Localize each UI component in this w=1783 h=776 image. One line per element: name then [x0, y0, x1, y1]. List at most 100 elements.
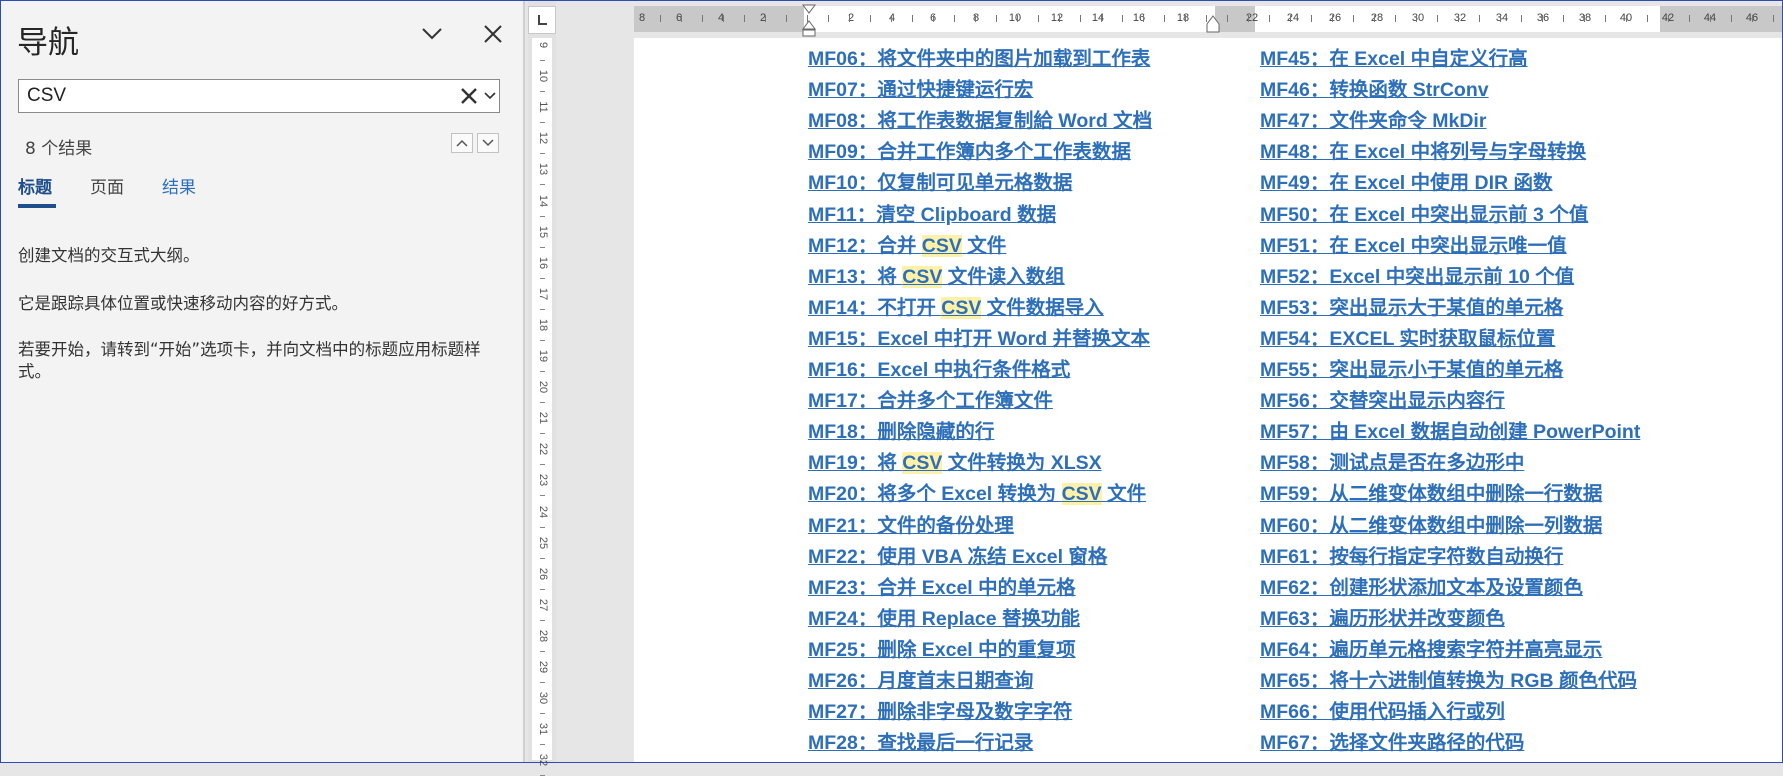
- ruler-tick: [954, 15, 955, 22]
- ruler-tick: [540, 371, 545, 372]
- ruler-tick: [681, 15, 682, 22]
- search-highlight: CSV: [921, 234, 962, 257]
- toc-link[interactable]: MF57：由 Excel 数据自动创建 PowerPoint: [1260, 415, 1640, 444]
- toc-link[interactable]: MF66：使用代码插入行或列: [1260, 695, 1505, 724]
- ruler-tick: [1290, 15, 1291, 22]
- dropdown-arrow-icon[interactable]: [484, 91, 496, 101]
- toc-link[interactable]: MF09：合并工作簿内多个工作表数据: [808, 135, 1131, 164]
- toc-link[interactable]: MF63：遍历形状并改变颜色: [1260, 602, 1505, 631]
- toc-link[interactable]: MF59：从二维变体数组中删除一行数据: [1260, 477, 1602, 506]
- toc-link[interactable]: MF06：将文件夹中的图片加载到工作表: [808, 42, 1150, 71]
- ruler-tick: [1479, 15, 1480, 22]
- ruler-label: 30: [537, 691, 549, 705]
- toc-link[interactable]: MF08：将工作表数据复制給 Word 文档: [808, 104, 1152, 133]
- toc-link[interactable]: MF16：Excel 中执行条件格式: [808, 353, 1070, 382]
- ruler-tick: [1626, 15, 1627, 22]
- toc-link[interactable]: MF53：突出显示大于某值的单元格: [1260, 291, 1563, 320]
- ruler-tick: [1164, 15, 1165, 22]
- ruler-label: 25: [537, 536, 549, 549]
- toc-link[interactable]: MF50：在 Excel 中突出显示前 3 个值: [1260, 198, 1588, 227]
- toc-link[interactable]: MF56：交替突出显示内容行: [1260, 384, 1505, 413]
- toc-link[interactable]: MF61：按每行指定字符数自动换行: [1260, 540, 1563, 569]
- clear-search-icon[interactable]: [460, 87, 478, 105]
- ruler-label: 18: [537, 318, 549, 332]
- tab-headings[interactable]: 标题: [18, 173, 52, 198]
- ruler-tick: [1437, 15, 1438, 22]
- toc-link[interactable]: MF58：测试点是否在多边形中: [1260, 446, 1524, 475]
- tab-results[interactable]: 结果: [162, 173, 196, 198]
- toc-link[interactable]: MF49：在 Excel 中使用 DIR 函数: [1260, 166, 1553, 195]
- ruler-right-margin: [1660, 6, 1783, 32]
- navigation-pane: 导航 8 个结果 标题 页面 结果 创建文档的交互式大纲。 它是跟踪具体位置或快…: [1, 1, 523, 762]
- toc-link[interactable]: MF19：将 CSV 文件转换为 XLSX: [808, 446, 1102, 475]
- toc-link[interactable]: MF46：转换函数 StrConv: [1260, 73, 1489, 102]
- toc-link[interactable]: MF12：合并 CSV 文件: [808, 229, 1006, 258]
- previous-result-button[interactable]: [451, 133, 473, 153]
- toc-link[interactable]: MF52：Excel 中突出显示前 10 个值: [1260, 260, 1574, 289]
- toc-link[interactable]: MF13：将 CSV 文件读入数组: [808, 260, 1065, 289]
- ruler-tick: [1542, 15, 1543, 22]
- ruler-tick: [1311, 15, 1312, 22]
- ruler-tick: [1374, 15, 1375, 22]
- toc-link[interactable]: MF28：查找最后一行记录: [808, 726, 1033, 755]
- ruler-label: 18: [1176, 12, 1190, 24]
- nav-help-text-1: 创建文档的交互式大纲。: [18, 246, 200, 265]
- toc-link[interactable]: MF07：通过快捷键运行宏: [808, 73, 1033, 102]
- toc-link[interactable]: MF62：创建形状添加文本及设置颜色: [1260, 571, 1583, 600]
- ruler-tick: [540, 60, 545, 61]
- document-page: MF06：将文件夹中的图片加载到工作表 MF07：通过快捷键运行宏 MF08：将工作…: [634, 38, 1783, 762]
- toc-link[interactable]: MF14：不打开 CSV 文件数据导入: [808, 291, 1104, 320]
- ruler-tick: [540, 464, 545, 466]
- ruler-label: 31: [537, 723, 549, 736]
- tab-pages[interactable]: 页面: [90, 173, 124, 198]
- toc-link[interactable]: MF47：文件夹命令 MkDir: [1260, 104, 1486, 133]
- ruler-tick: [891, 15, 892, 22]
- ruler-label: 17: [537, 287, 549, 300]
- tab-selector-button[interactable]: [528, 6, 556, 34]
- toc-link[interactable]: MF25：删除 Excel 中的重复项: [808, 633, 1076, 662]
- toc-link[interactable]: MF17：合并多个工作簿文件: [808, 384, 1053, 413]
- close-icon[interactable]: [482, 23, 504, 45]
- toc-link[interactable]: MF15：Excel 中打开 Word 并替换文本: [808, 322, 1150, 351]
- toc-link[interactable]: MF45：在 Excel 中自定义行高: [1260, 42, 1528, 71]
- ruler-label: 12: [537, 132, 549, 145]
- toc-link[interactable]: MF11：清空 Clipboard 数据: [808, 198, 1056, 227]
- toc-link[interactable]: MF65：将十六进制值转换为 RGB 颜色代码: [1260, 664, 1637, 693]
- toc-link[interactable]: MF21：文件的备份处理: [808, 509, 1014, 538]
- pane-splitter[interactable]: [523, 1, 525, 762]
- toc-link[interactable]: MF22：使用 VBA 冻结 Excel 窗格: [808, 540, 1107, 569]
- toc-link[interactable]: MF26：月度首末日期查询: [808, 664, 1033, 693]
- search-highlight: CSV: [902, 452, 943, 475]
- ruler-tick: [1710, 15, 1711, 22]
- ruler-tick: [1395, 15, 1396, 22]
- ruler-label: 10: [1008, 12, 1022, 24]
- first-line-indent-marker[interactable]: [802, 4, 816, 38]
- ruler-tick: [540, 526, 545, 528]
- ruler-label: 14: [537, 194, 549, 207]
- ruler-tick: [1017, 15, 1018, 22]
- toc-link[interactable]: MF48：在 Excel 中将列号与字母转换: [1260, 135, 1586, 164]
- toc-link[interactable]: MF54：EXCEL 实时获取鼠标位置: [1260, 322, 1555, 351]
- toc-link[interactable]: MF67：选择文件夹路径的代码: [1260, 726, 1524, 755]
- toc-link[interactable]: MF55：突出显示小于某值的单元格: [1260, 353, 1563, 382]
- next-result-button[interactable]: [477, 133, 499, 153]
- ruler-label: 38: [1578, 12, 1592, 24]
- chevron-down-icon[interactable]: [421, 25, 443, 43]
- toc-link[interactable]: MF27：删除非字母及数字字符: [808, 695, 1072, 724]
- ruler-tick: [1458, 15, 1459, 22]
- toc-link[interactable]: MF10：仅复制可见单元格数据: [808, 166, 1072, 195]
- toc-link[interactable]: MF60：从二维变体数组中删除一列数据: [1260, 509, 1602, 538]
- ruler-tick: [786, 15, 787, 22]
- toc-link[interactable]: MF51：在 Excel 中突出显示唯一值: [1260, 229, 1567, 258]
- toc-link[interactable]: MF24：使用 Replace 替换功能: [808, 602, 1080, 631]
- ruler-tick: [1563, 15, 1564, 22]
- search-input[interactable]: [27, 84, 407, 108]
- toc-link[interactable]: MF23：合并 Excel 中的单元格: [808, 571, 1076, 600]
- ruler-tick: [540, 91, 545, 93]
- toc-link[interactable]: MF64：遍历单元格搜索字符并高亮显示: [1260, 633, 1602, 662]
- right-indent-marker[interactable]: [1206, 14, 1220, 34]
- toc-link[interactable]: MF20：将多个 Excel 转换为 CSV 文件: [808, 477, 1146, 506]
- ruler-tick: [1227, 15, 1228, 22]
- ruler-tick: [540, 557, 545, 559]
- toc-link[interactable]: MF18：删除隐藏的行: [808, 415, 994, 444]
